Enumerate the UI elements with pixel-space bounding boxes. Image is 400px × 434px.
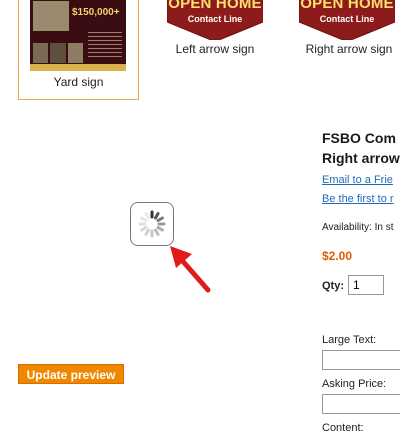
- content-label: Content:: [322, 422, 364, 434]
- thumbnail-right-arrow-sign[interactable]: OPEN HOME Contact Line: [299, 0, 395, 40]
- thumbnail-left-arrow-sign[interactable]: OPEN HOME Contact Line: [167, 0, 263, 40]
- update-preview-button[interactable]: Update preview: [18, 364, 124, 384]
- yard-sign-price: $150,000+: [72, 7, 120, 18]
- large-text-label: Large Text:: [322, 334, 377, 346]
- product-title-line2: Right arrow: [322, 150, 400, 166]
- product-title: FSBO Com Right arrow: [322, 128, 400, 168]
- email-friend-link[interactable]: Email to a Frie: [322, 174, 393, 186]
- yard-sign-image: $150,000+: [30, 0, 126, 71]
- thumbnail-caption-left-arrow: Left arrow sign: [175, 42, 255, 56]
- asking-price-label: Asking Price:: [322, 378, 387, 390]
- thumbnail-caption-yard-sign: Yard sign: [53, 75, 104, 89]
- right-sign-title: OPEN HOME: [300, 0, 394, 12]
- qty-label: Qty:: [322, 280, 344, 292]
- asking-price-input[interactable]: [322, 394, 400, 414]
- product-price: $2.00: [322, 249, 353, 263]
- availability-status: Availability: In st: [322, 222, 394, 233]
- red-arrow-icon: [170, 246, 211, 293]
- large-text-input[interactable]: [322, 350, 400, 370]
- product-title-line1: FSBO Com: [322, 130, 396, 146]
- left-sign-subtitle: Contact Line: [187, 14, 243, 24]
- right-sign-subtitle: Contact Line: [319, 14, 375, 24]
- thumbnail-caption-right-arrow: Right arrow sign: [305, 42, 393, 56]
- thumbnail-yard-sign[interactable]: $150,000+ Yard sign: [18, 0, 139, 100]
- qty-input[interactable]: [348, 275, 384, 295]
- left-sign-title: OPEN HOME: [168, 0, 262, 12]
- write-review-link[interactable]: Be the first to r: [322, 193, 394, 205]
